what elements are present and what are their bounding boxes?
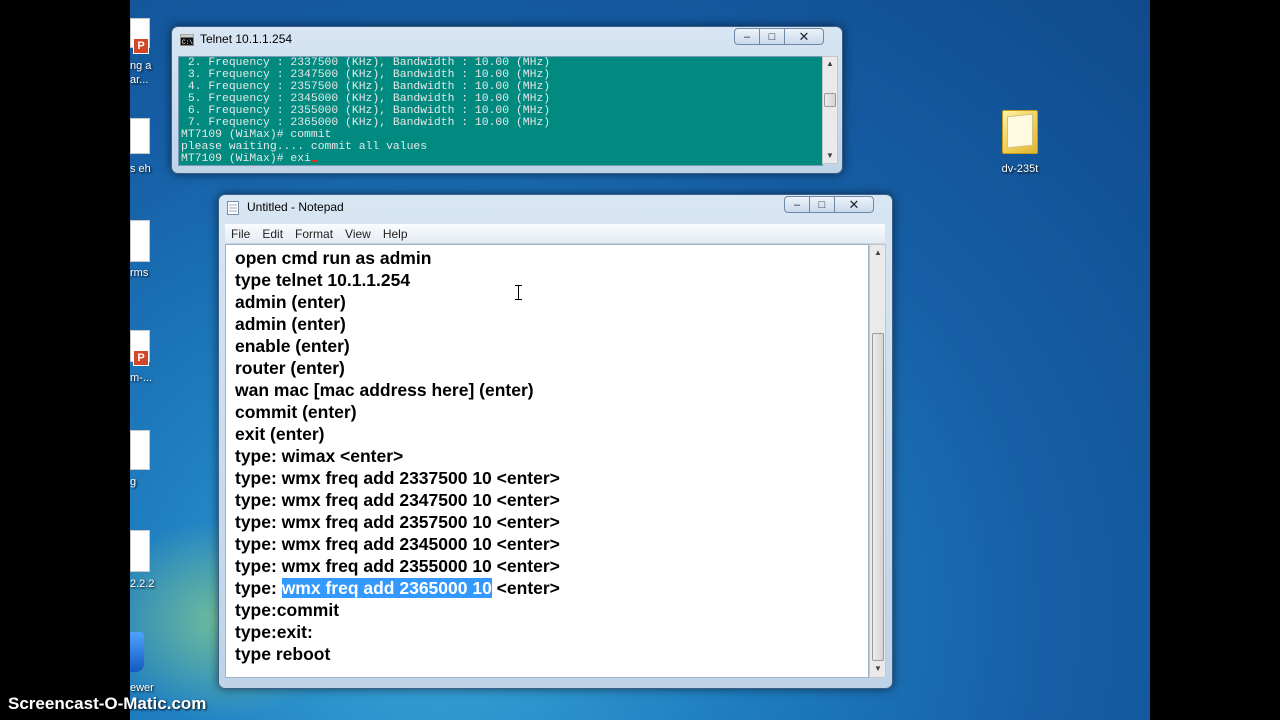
- text-line: type:commit: [235, 600, 340, 620]
- menu-bar: File Edit Format View Help: [225, 224, 885, 244]
- desktop-icon-label: rms: [130, 267, 149, 279]
- text-line: open cmd run as admin: [235, 248, 432, 268]
- ibeam-cursor-icon: [515, 285, 522, 300]
- svg-text:C:\: C:\: [182, 39, 193, 46]
- text-line: type: wmx freq add 2355000 10 <enter>: [235, 556, 560, 576]
- title-bar[interactable]: C:\ Telnet 10.1.1.254 – □ ✕: [172, 27, 842, 51]
- powerpoint-icon: P: [133, 38, 149, 54]
- desktop-icon-label: ar...: [130, 74, 149, 86]
- console-input-line[interactable]: MT7109 (WiMax)# exi: [179, 153, 822, 165]
- menu-help[interactable]: Help: [377, 224, 414, 241]
- vertical-scrollbar[interactable]: ▲ ▼: [869, 244, 886, 678]
- file-icon[interactable]: [130, 530, 150, 572]
- file-icon[interactable]: [130, 220, 150, 262]
- text-editor[interactable]: open cmd run as admin type telnet 10.1.1…: [225, 244, 869, 678]
- maximize-button[interactable]: □: [759, 28, 785, 45]
- text-line: wan mac [mac address here] (enter): [235, 380, 534, 400]
- menu-view[interactable]: View: [339, 224, 377, 241]
- scroll-down-arrow-icon[interactable]: ▼: [823, 149, 837, 163]
- text-line: type: wmx freq add 2357500 10 <enter>: [235, 512, 560, 532]
- desktop-icon-label: s eh: [130, 163, 151, 175]
- text-line-selected: type: wmx freq add 2365000 10 <enter>: [226, 577, 868, 599]
- text-line: type: wmx freq add 2347500 10 <enter>: [235, 490, 560, 510]
- console-line: MT7109 (WiMax)# exi: [181, 153, 311, 165]
- text-line: admin (enter): [235, 314, 346, 334]
- maximize-button[interactable]: □: [809, 196, 835, 213]
- text-cursor: [310, 160, 318, 162]
- desktop-icon-label: ewer: [130, 682, 154, 694]
- scroll-thumb[interactable]: [824, 93, 836, 107]
- menu-file[interactable]: File: [225, 224, 256, 241]
- text-line: type: wmx freq add 2345000 10 <enter>: [235, 534, 560, 554]
- text-line: exit (enter): [235, 424, 325, 444]
- window-controls: – □ ✕: [784, 196, 874, 214]
- folder-icon[interactable]: [1002, 110, 1038, 154]
- console-line: 4. Frequency : 2357500 (KHz), Bandwidth …: [181, 81, 551, 93]
- menu-edit[interactable]: Edit: [256, 224, 289, 241]
- vertical-scrollbar[interactable]: ▲ ▼: [822, 56, 838, 164]
- text-segment: type:: [235, 578, 282, 598]
- close-button[interactable]: ✕: [834, 196, 874, 213]
- console-output[interactable]: 2. Frequency : 2337500 (KHz), Bandwidth …: [178, 56, 823, 166]
- menu-format[interactable]: Format: [289, 224, 339, 241]
- notepad-icon: [227, 201, 241, 215]
- scroll-down-arrow-icon[interactable]: ▼: [871, 662, 885, 676]
- text-line: type reboot: [235, 644, 331, 664]
- scroll-up-arrow-icon[interactable]: ▲: [823, 57, 837, 71]
- text-selection[interactable]: wmx freq add 2365000 10: [281, 578, 492, 598]
- title-bar[interactable]: Untitled - Notepad – □ ✕: [219, 195, 892, 219]
- window-controls: – □ ✕: [734, 28, 824, 46]
- console-line: 7. Frequency : 2365000 (KHz), Bandwidth …: [181, 117, 551, 129]
- console-line: 5. Frequency : 2345000 (KHz), Bandwidth …: [181, 93, 551, 105]
- text-line: admin (enter): [235, 292, 346, 312]
- scroll-up-arrow-icon[interactable]: ▲: [871, 246, 885, 260]
- file-icon[interactable]: [130, 430, 150, 470]
- console-line: 6. Frequency : 2355000 (KHz), Bandwidth …: [181, 105, 551, 117]
- desktop-icon-label: 2.2.2: [130, 578, 155, 590]
- window-title: Untitled - Notepad: [247, 200, 344, 214]
- desktop-icon-label: dv-235t: [1001, 163, 1039, 175]
- text-line: type: wmx freq add 2337500 10 <enter>: [235, 468, 560, 488]
- telnet-window[interactable]: C:\ Telnet 10.1.1.254 – □ ✕ 2. Frequency…: [171, 26, 843, 174]
- console-line: please waiting.... commit all values: [181, 141, 428, 153]
- text-line: type telnet 10.1.1.254: [235, 270, 411, 290]
- watermark: Screencast-O-Matic.com: [8, 694, 207, 713]
- desktop-icon-label: ng a: [130, 60, 152, 72]
- text-line: type: wimax <enter>: [235, 446, 404, 466]
- desktop-icon-label: m-...: [130, 372, 152, 384]
- shield-icon[interactable]: [130, 632, 144, 672]
- text-line: commit (enter): [235, 402, 357, 422]
- text-line: enable (enter): [235, 336, 350, 356]
- minimize-button[interactable]: –: [734, 28, 760, 45]
- console-line: 2. Frequency : 2337500 (KHz), Bandwidth …: [181, 57, 551, 69]
- text-segment: <enter>: [491, 578, 560, 598]
- powerpoint-icon: P: [133, 350, 149, 366]
- window-title: Telnet 10.1.1.254: [200, 32, 293, 46]
- scroll-thumb[interactable]: [872, 333, 884, 661]
- console-line: MT7109 (WiMax)# commit: [181, 129, 332, 141]
- notepad-window[interactable]: Untitled - Notepad – □ ✕ File Edit Format V…: [218, 194, 893, 689]
- desktop-icon-label: g: [130, 476, 137, 488]
- file-icon[interactable]: [130, 118, 150, 154]
- minimize-button[interactable]: –: [784, 196, 810, 213]
- text-line: type:exit:: [235, 622, 313, 642]
- console-icon: C:\: [180, 33, 194, 46]
- text-line: router (enter): [235, 358, 345, 378]
- close-button[interactable]: ✕: [784, 28, 824, 45]
- console-line: 3. Frequency : 2347500 (KHz), Bandwidth …: [181, 69, 551, 81]
